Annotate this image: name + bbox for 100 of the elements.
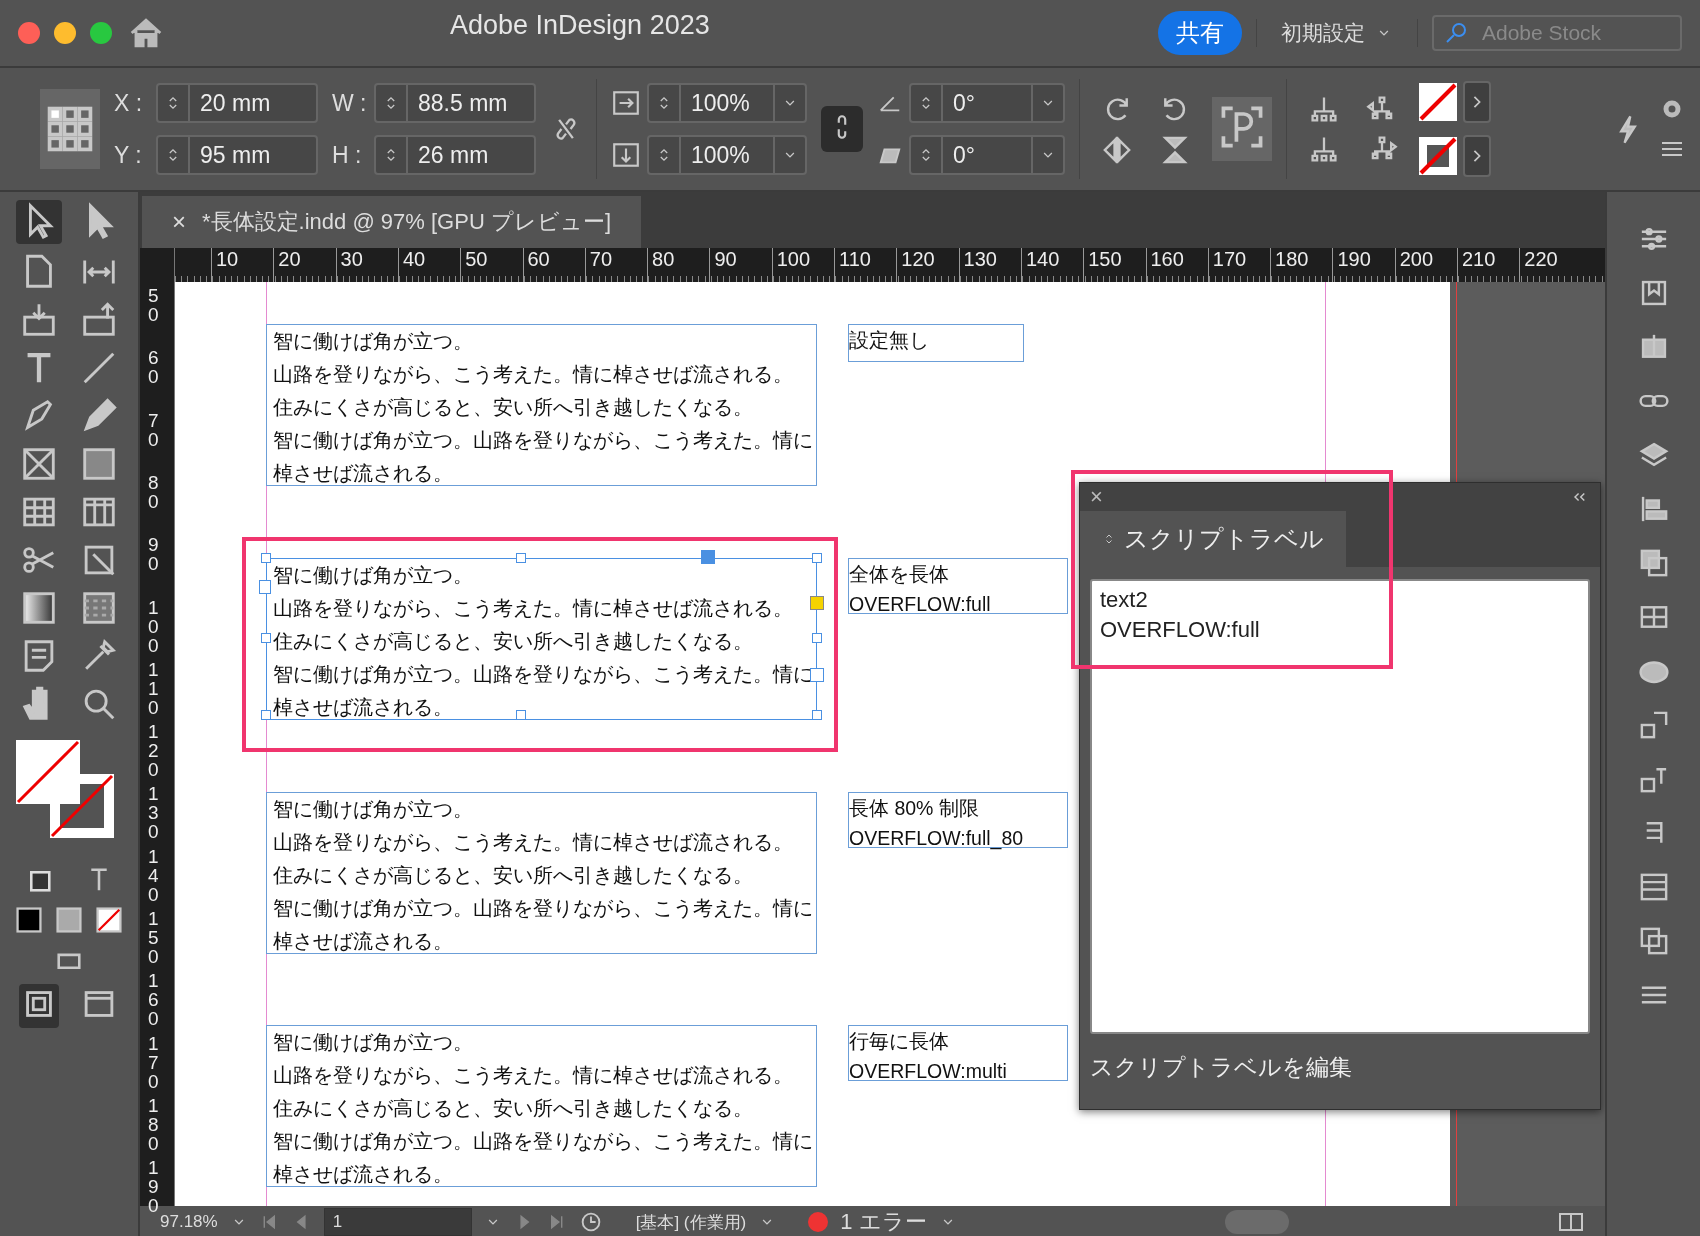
overflow-port-icon[interactable]	[810, 596, 824, 610]
ruler-label: 50	[148, 286, 160, 324]
body-text: 山路を登りながら、こう考えた。情に棹させば流される。	[273, 1063, 793, 1088]
close-tab-button[interactable]: ×	[172, 208, 186, 236]
resize-handle[interactable]	[516, 553, 526, 563]
label-frame[interactable]: 長体 80% 制限 OVERFLOW:full_80	[848, 792, 1068, 848]
page-number-field[interactable]: 1	[323, 1208, 472, 1236]
label-text: 行毎に長体	[849, 1029, 950, 1054]
apply-color-icon[interactable]	[13, 904, 45, 936]
scale-height-icon[interactable]	[611, 140, 641, 170]
input-field[interactable]: 20 mm	[156, 83, 318, 123]
body-text: 智に働けば角が立つ。	[273, 797, 473, 822]
body-text: 智に働けば角が立つ。山路を登りながら、こう考えた。情に	[273, 428, 813, 453]
label-frame[interactable]: 行毎に長体 OVERFLOW:multi	[848, 1025, 1068, 1081]
apply-gradient-icon[interactable]	[53, 904, 85, 936]
resize-handle[interactable]	[261, 553, 271, 563]
close-panel-button[interactable]: ×	[1090, 484, 1103, 510]
field-label: Y :	[114, 141, 143, 169]
stroke-swatch-icon[interactable]	[1419, 137, 1457, 175]
field-label: X :	[114, 89, 144, 117]
body-text: 山路を登りながら、こう考えた。情に棹させば流される。	[273, 362, 793, 387]
ruler-label: 130	[148, 784, 160, 842]
text-frame[interactable]: 智に働けば角が立つ。 山路を登りながら、こう考えた。情に棹させば流される。 住みにくさが高じると、安い所へ引き越したくなる。 智に働けば角が立つ。山路を登りながら、こう考えた。情に 棹させば流される。	[266, 558, 817, 720]
document-tab[interactable]: × *長体設定.indd @ 97% [GPU プレビュー]	[142, 196, 641, 248]
minimize-window-button[interactable]	[54, 22, 76, 44]
apply-none-icon[interactable]	[93, 904, 125, 936]
body-text: 山路を登りながら、こう考えた。情に棹させば流される。	[273, 596, 793, 621]
in-port-handle[interactable]	[259, 580, 271, 594]
resize-handle[interactable]	[812, 633, 822, 643]
text-frame[interactable]: 智に働けば角が立つ。 山路を登りながら、こう考えた。情に棹させば流される。 住みにくさが高じると、安い所へ引き越したくなる。 智に働けば角が立つ。山路を登りながら、こう考えた。情に 棹させば流される。	[266, 1025, 817, 1187]
dropdown-field[interactable]: 100%	[647, 83, 807, 123]
body-text: 智に働けば角が立つ。	[273, 329, 473, 354]
ruler-label: 80	[148, 472, 160, 511]
label-frame[interactable]: 設定無し	[848, 324, 1024, 362]
body-text: 棹させば流される。	[273, 929, 453, 954]
error-dot-icon	[808, 1212, 829, 1232]
resize-handle[interactable]	[261, 633, 271, 643]
body-text: 棹させば流される。	[273, 1162, 453, 1187]
share-button[interactable]: 共有	[1158, 11, 1242, 55]
dropdown-field[interactable]: 0°	[909, 135, 1065, 175]
body-text: 棹させば流される。	[273, 461, 453, 486]
ruler-label: 110	[148, 659, 160, 717]
ruler-label: 140	[148, 846, 160, 904]
panel-tab[interactable]: スクリプトラベル	[1080, 511, 1346, 567]
maximize-window-button[interactable]	[90, 22, 112, 44]
error-count[interactable]: 1 エラー	[840, 1207, 927, 1236]
body-text: 山路を登りながら、こう考えた。情に棹させば流される。	[273, 830, 793, 855]
text-frame[interactable]: 智に働けば角が立つ。 山路を登りながら、こう考えた。情に棹させば流される。 住みにくさが高じると、安い所へ引き越したくなる。 智に働けば角が立つ。山路を登りながら、こう考えた。情に 棹させば流される。	[266, 324, 817, 486]
input-field[interactable]: 95 mm	[156, 135, 318, 175]
body-text: 棹させば流される。	[273, 695, 453, 720]
input-field[interactable]: 26 mm	[374, 135, 536, 175]
body-text: 智に働けば角が立つ。山路を登りながら、こう考えた。情に	[273, 662, 813, 687]
workspace-dropdown[interactable]: 初期設定	[1256, 19, 1418, 47]
dropdown-field[interactable]: 0°	[909, 83, 1065, 123]
body-text: 住みにくさが高じると、安い所へ引き越したくなる。	[273, 395, 753, 420]
scrollbar-thumb[interactable]	[1224, 1210, 1289, 1234]
ruler-label: 180	[148, 1095, 160, 1153]
ruler-label: 60	[148, 348, 160, 387]
out-port-handle[interactable]	[810, 668, 824, 682]
input-field[interactable]: 88.5 mm	[374, 83, 536, 123]
resize-handle[interactable]	[516, 710, 526, 720]
ruler-label: 190	[148, 1158, 160, 1216]
body-text: 住みにくさが高じると、安い所へ引き越したくなる。	[273, 863, 753, 888]
body-text: 住みにくさが高じると、安い所へ引き越したくなる。	[273, 629, 753, 654]
label-text: OVERFLOW:full	[849, 592, 992, 617]
resize-handle[interactable]	[812, 710, 822, 720]
label-line: text2	[1100, 586, 1149, 614]
label-text: 設定無し	[849, 328, 930, 353]
zoom-level[interactable]: 97.18%	[160, 1212, 218, 1232]
resize-handle[interactable]	[261, 710, 271, 720]
fill-swatch-icon[interactable]	[1419, 83, 1457, 121]
body-text: 智に働けば角が立つ。	[273, 563, 473, 588]
script-label-text-area[interactable]: text2 OVERFLOW:full	[1090, 579, 1590, 1034]
close-window-button[interactable]	[18, 22, 40, 44]
window-title: Adobe InDesign 2023	[450, 10, 710, 41]
ruler-label: 120	[148, 722, 160, 780]
ruler-label: 170	[148, 1033, 160, 1091]
dropdown-field[interactable]: 100%	[647, 135, 807, 175]
label-text: OVERFLOW:multi	[849, 1059, 1008, 1084]
label-frame[interactable]: 全体を長体 OVERFLOW:full	[848, 558, 1068, 614]
ruler-label: 150	[148, 909, 160, 966]
label-text: 長体 80% 制限	[849, 796, 980, 821]
body-text: 智に働けば角が立つ。山路を登りながら、こう考えた。情に	[273, 896, 813, 921]
content-handle[interactable]	[701, 550, 715, 564]
ruler-label: 90	[148, 535, 160, 574]
body-text: 智に働けば角が立つ。	[273, 1030, 473, 1055]
label-text: 全体を長体	[849, 562, 950, 587]
resize-handle[interactable]	[812, 553, 822, 563]
ruler-label: 100	[148, 597, 160, 655]
panel-footer-text: スクリプトラベルを編集	[1089, 1053, 1353, 1082]
ruler-label: 70	[148, 410, 160, 449]
body-text: 住みにくさが高じると、安い所へ引き越したくなる。	[273, 1096, 753, 1121]
text-frame[interactable]: 智に働けば角が立つ。 山路を登りながら、こう考えた。情に棹させば流される。 住みにくさが高じると、安い所へ引き越したくなる。 智に働けば角が立つ。山路を登りながら、こう考えた。情に 棹させば流される。	[266, 792, 817, 954]
field-label: H :	[332, 141, 363, 169]
label-line: OVERFLOW:full	[1100, 616, 1261, 644]
field-label: W :	[332, 89, 368, 117]
body-text: 智に働けば角が立つ。山路を登りながら、こう考えた。情に	[273, 1129, 813, 1154]
preflight-profile[interactable]: [基本] (作業用)	[635, 1210, 747, 1234]
ruler-label: 160	[148, 971, 160, 1029]
scale-width-icon[interactable]	[611, 88, 641, 118]
